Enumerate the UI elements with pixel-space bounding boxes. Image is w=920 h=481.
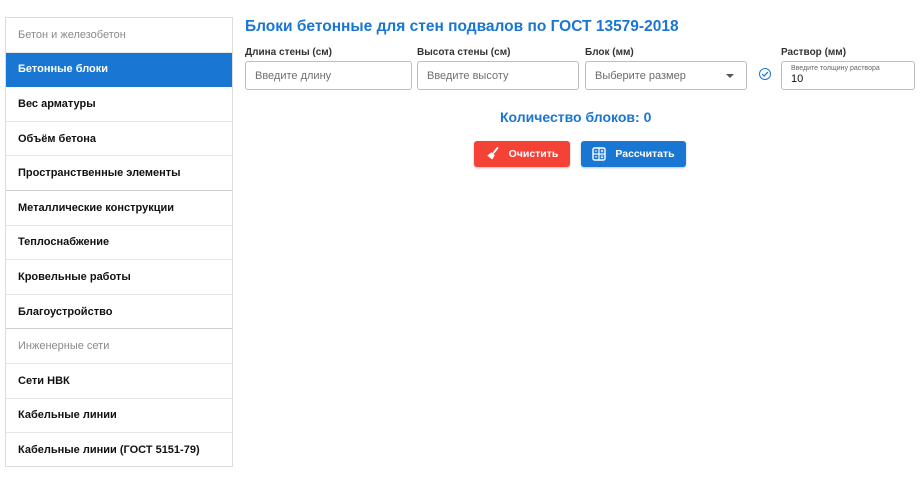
clear-button-label: Очистить [508,148,559,160]
sidebar-item-landscaping[interactable]: Благоустройство [6,295,232,330]
height-input[interactable] [427,69,578,82]
caret-down-icon [726,74,734,78]
sidebar-section-concrete: Бетон и железобетон [6,18,232,53]
sidebar-item-spatial-elements[interactable]: Пространственные элементы [6,156,232,191]
sidebar-item-metal-structures[interactable]: Металлические конструкции [6,191,232,226]
block-label: Блок (мм) [585,47,634,58]
length-label: Длина стены (см) [245,47,333,58]
mortar-label: Раствор (мм) [781,47,847,58]
sidebar-item-cable-lines-gost[interactable]: Кабельные линии (ГОСТ 5151-79) [6,433,232,468]
clear-button[interactable]: Очистить [474,141,570,167]
sidebar-item-water-sewer[interactable]: Сети НВК [6,364,232,399]
calculate-button-label: Рассчитать [615,148,675,160]
mortar-input-value[interactable]: 10 [791,73,914,86]
sidebar-item-roofing[interactable]: Кровельные работы [6,260,232,295]
page-title: Блоки бетонные для стен подвалов по ГОСТ… [245,18,679,35]
check-circle-icon [759,68,771,80]
sidebar-item-cable-lines[interactable]: Кабельные линии [6,399,232,434]
sidebar-item-concrete-volume[interactable]: Объём бетона [6,122,232,157]
sidebar-item-heat-supply[interactable]: Теплоснабжение [6,226,232,261]
mortar-hint: Введите толщину раствора [791,65,880,72]
height-label: Высота стены (см) [417,47,511,58]
block-select[interactable]: Выберите размер [585,61,747,90]
block-count: Количество блоков: 0 [500,109,652,125]
height-field [417,61,579,90]
broom-icon [486,147,500,161]
sidebar-item-rebar-weight[interactable]: Вес арматуры [6,87,232,122]
calculator-icon [592,147,607,161]
block-select-value: Выберите размер [595,69,686,82]
mortar-field[interactable]: Введите толщину раствора 10 [781,61,915,90]
length-input[interactable] [255,69,411,82]
sidebar: Бетон и железобетон Бетонные блоки Вес а… [5,17,233,467]
sidebar-item-concrete-blocks[interactable]: Бетонные блоки [6,52,232,88]
calculate-button[interactable]: Рассчитать [581,141,686,167]
sidebar-section-engineering: Инженерные сети [6,329,232,364]
length-field [245,61,412,90]
